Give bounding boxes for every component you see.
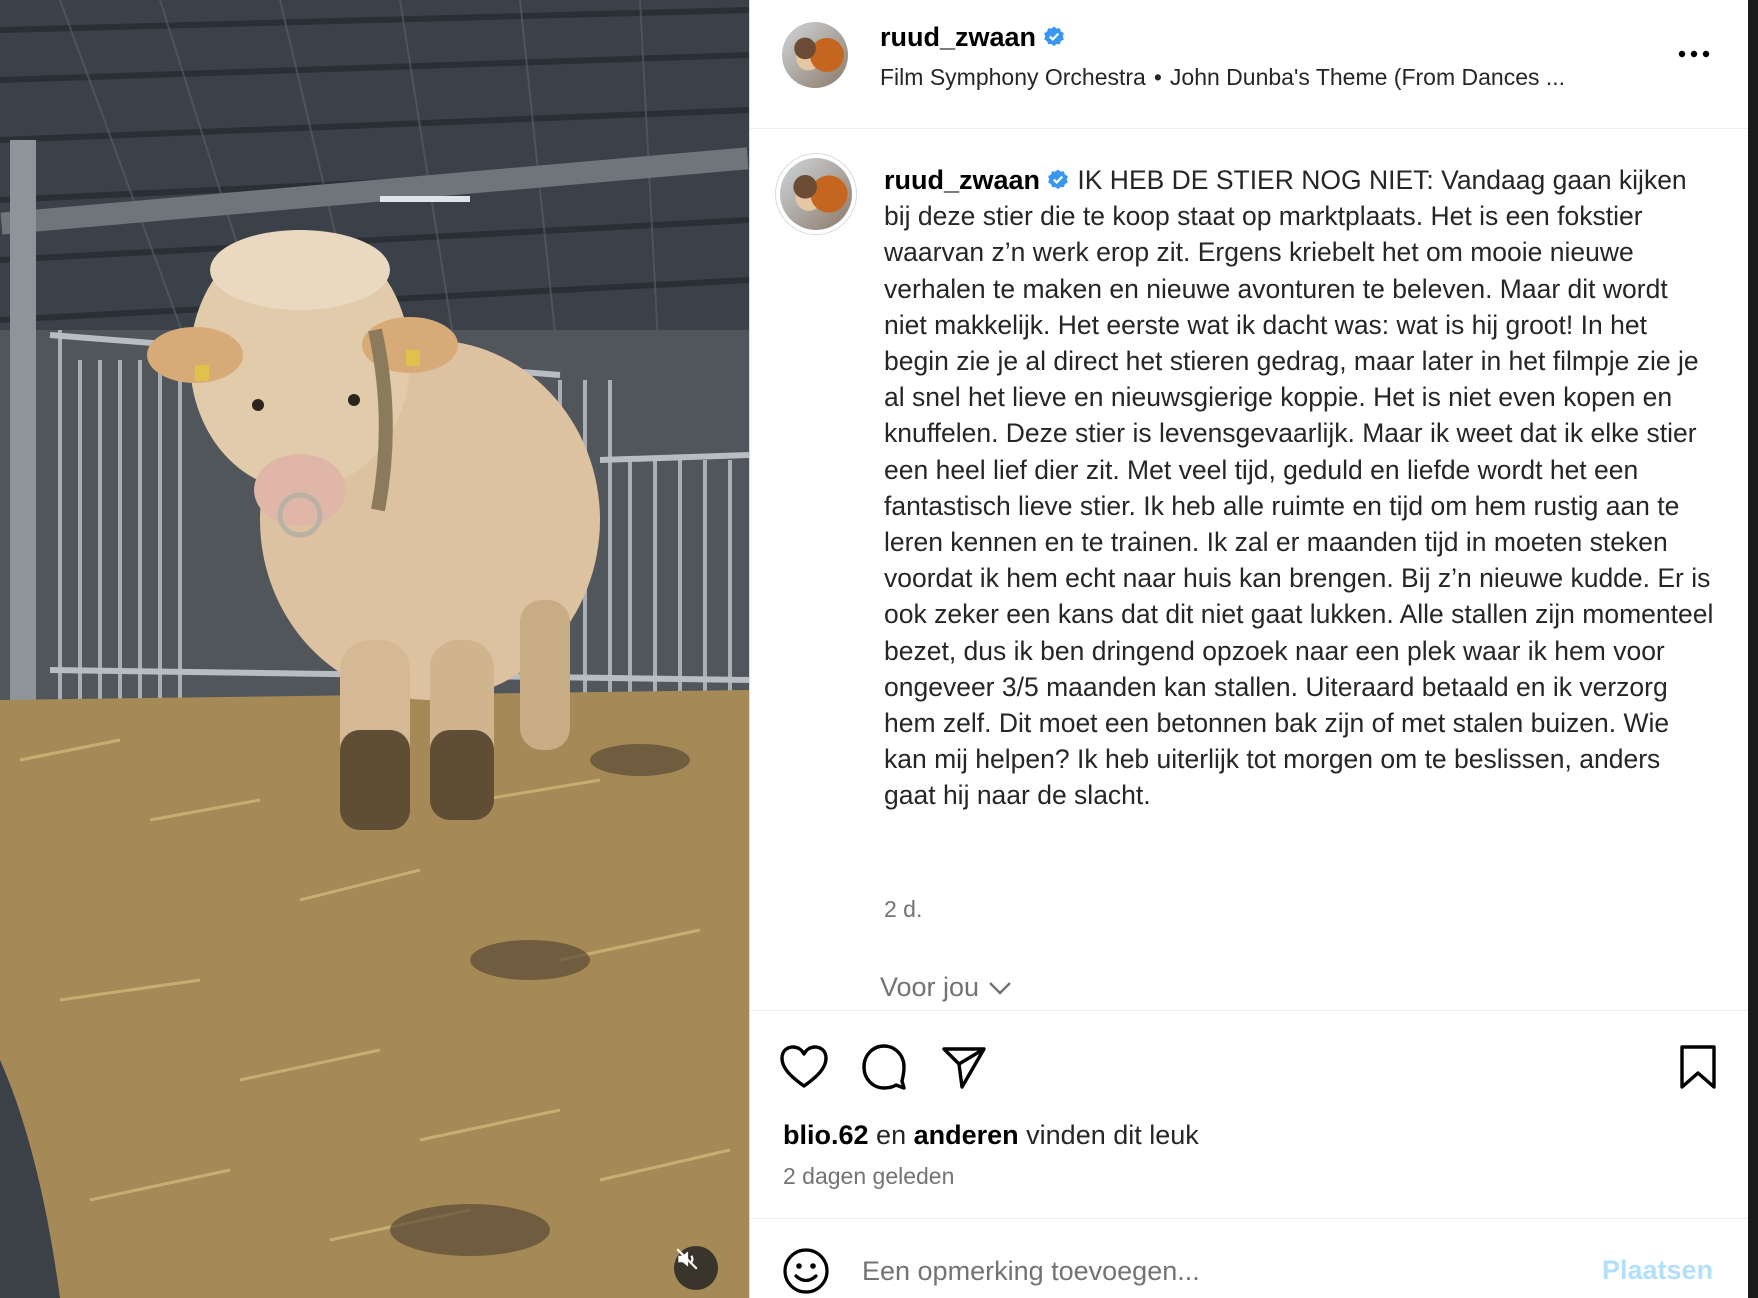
comment-input[interactable] — [862, 1249, 1562, 1293]
chevron-down-icon — [989, 981, 1011, 995]
like-button[interactable] — [778, 1041, 830, 1093]
action-bar — [750, 1010, 1749, 1110]
likes-others-link[interactable]: anderen — [914, 1120, 1019, 1150]
muted-speaker-icon — [676, 1248, 698, 1270]
more-options-icon[interactable] — [1674, 44, 1714, 64]
verified-badge-icon — [1044, 26, 1064, 47]
comment-icon — [862, 1044, 906, 1090]
caption-username[interactable]: ruud_zwaan — [884, 165, 1040, 195]
comment-button[interactable] — [858, 1041, 910, 1093]
post-media[interactable] — [0, 0, 749, 1298]
caption-text: ruud_zwaan IK HEB DE STIER NOG NIET: Van… — [884, 162, 1714, 814]
likes-summary: blio.62 en anderen vinden dit leuk — [783, 1120, 1199, 1150]
post-details-panel: ruud_zwaan Film Symphony Orchestra • John … — [749, 0, 1749, 1298]
author-avatar[interactable] — [782, 22, 848, 88]
post-date[interactable]: 2 dagen geleden — [783, 1163, 954, 1190]
author-username[interactable]: ruud_zwaan — [880, 22, 1066, 53]
share-button[interactable] — [938, 1041, 990, 1093]
bull-photo — [0, 0, 749, 1298]
smiley-icon[interactable] — [782, 1247, 830, 1295]
audio-track-link[interactable]: Film Symphony Orchestra • John Dunba's The… — [880, 64, 1565, 91]
save-button[interactable] — [1672, 1041, 1724, 1093]
post-comment-button[interactable]: Plaatsen — [1602, 1255, 1713, 1286]
send-icon — [942, 1047, 986, 1089]
caption-timestamp[interactable]: 2 d. — [884, 896, 922, 923]
heart-icon — [780, 1045, 828, 1088]
likes-first-user[interactable]: blio.62 — [783, 1120, 869, 1150]
caption-body: IK HEB DE STIER NOG NIET: Vandaag gaan k… — [884, 165, 1714, 811]
background-strip — [1748, 0, 1758, 1298]
comment-composer: Plaatsen — [750, 1218, 1749, 1298]
verified-badge-icon — [1048, 169, 1068, 190]
caption-avatar[interactable] — [780, 158, 852, 230]
for-you-dropdown[interactable]: Voor jou — [880, 972, 1013, 1003]
post-header: ruud_zwaan Film Symphony Orchestra • John … — [750, 0, 1749, 129]
mute-button[interactable] — [674, 1246, 718, 1290]
caption-section: ruud_zwaan IK HEB DE STIER NOG NIET: Van… — [750, 130, 1749, 1008]
bookmark-icon — [1680, 1045, 1716, 1089]
